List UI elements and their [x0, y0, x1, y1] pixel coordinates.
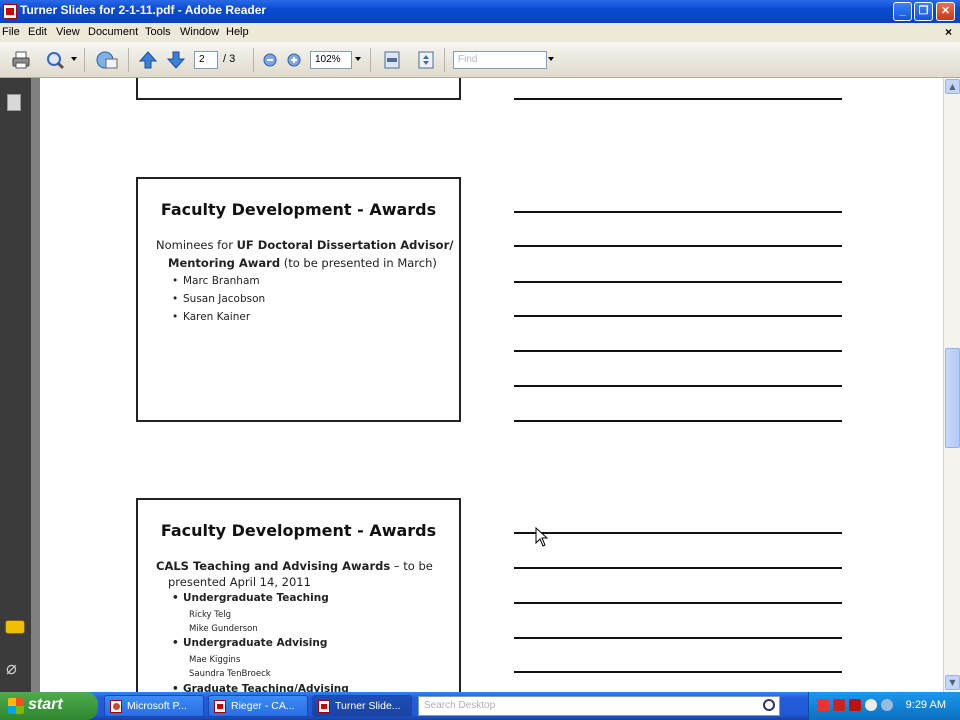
maximize-button[interactable]: ❐ — [914, 2, 933, 21]
slide-previous — [136, 78, 461, 100]
slide-cals-awards: Faculty Development - Awards CALS Teachi… — [136, 498, 461, 692]
note-line — [514, 602, 842, 604]
pdf-icon — [318, 700, 330, 713]
system-tray: 9:29 AM — [808, 692, 960, 720]
minimize-button[interactable]: _ — [893, 2, 912, 21]
scroll-down-icon[interactable]: ▼ — [945, 675, 960, 690]
find-input[interactable]: Find — [453, 51, 547, 69]
note-line — [514, 350, 842, 352]
zoom-in-icon[interactable] — [286, 50, 302, 70]
menu-tools[interactable]: Tools — [145, 26, 171, 38]
nominee-name: Mae Kiggins — [189, 655, 241, 665]
note-line — [514, 211, 842, 213]
adobe-reader-icon — [3, 4, 17, 19]
award-category: Undergraduate Teaching — [172, 592, 329, 604]
taskbar-rieger-pdf[interactable]: Rieger - CA... — [208, 695, 308, 717]
tray-shield-icon[interactable] — [849, 699, 861, 711]
close-button[interactable]: ✕ — [936, 2, 955, 21]
zoom-out-icon[interactable] — [262, 50, 278, 70]
tray-att-icon[interactable] — [833, 699, 845, 711]
note-line — [514, 98, 842, 100]
desktop-search-input[interactable]: Search Desktop — [418, 696, 780, 716]
slide-dissertation-award: Faculty Development - Awards Nominees fo… — [136, 177, 461, 422]
scroll-thumb[interactable] — [945, 348, 960, 448]
taskbar-turner-slides[interactable]: Turner Slide... — [312, 695, 412, 717]
note-line — [514, 532, 842, 534]
bullet-item: Karen Kainer — [172, 311, 250, 323]
menu-bar: File Edit View Document Tools Window Hel… — [0, 23, 960, 42]
award-category: Graduate Teaching/Advising — [172, 683, 349, 692]
slide-lead-line2: presented April 14, 2011 — [168, 575, 311, 589]
start-button[interactable]: start — [0, 692, 98, 720]
navigation-pane: ⌀ — [0, 78, 31, 692]
menu-help[interactable]: Help — [226, 26, 249, 38]
previous-page-icon[interactable] — [138, 50, 158, 70]
slide-title: Faculty Development - Awards — [160, 521, 437, 540]
zoom-tool-icon[interactable] — [45, 50, 65, 70]
menu-view[interactable]: View — [56, 26, 80, 38]
tray-app-icon[interactable] — [817, 699, 829, 711]
zoom-tool-dropdown-icon[interactable] — [71, 57, 77, 61]
vertical-scrollbar[interactable]: ▲ ▼ — [943, 78, 960, 692]
document-viewport[interactable]: Faculty Development - Awards Nominees fo… — [31, 78, 943, 692]
next-page-icon[interactable] — [166, 50, 186, 70]
slide-lead-line1: Nominees for UF Doctoral Dissertation Ad… — [156, 238, 454, 252]
search-icon[interactable] — [763, 699, 775, 711]
find-dropdown-icon[interactable] — [548, 57, 554, 61]
note-line — [514, 420, 842, 422]
page-total: / 3 — [223, 53, 236, 65]
slide-title: Faculty Development - Awards — [160, 200, 437, 219]
note-line — [514, 385, 842, 387]
bullet-item: Marc Branham — [172, 275, 260, 287]
fit-width-icon[interactable] — [382, 50, 402, 70]
window-title: Turner Slides for 2-1-11.pdf - Adobe Rea… — [20, 3, 267, 17]
nominee-name: Mike Gunderson — [189, 624, 258, 634]
scroll-up-icon[interactable]: ▲ — [945, 79, 960, 94]
slide-lead-line2: Mentoring Award (to be presented in Marc… — [168, 256, 437, 270]
attachments-panel-icon[interactable]: ⌀ — [6, 658, 17, 679]
pdf-page: Faculty Development - Awards Nominees fo… — [40, 78, 943, 692]
note-line — [514, 245, 842, 247]
clock: 9:29 AM — [905, 699, 946, 711]
pdf-icon — [214, 700, 226, 713]
print-icon[interactable] — [11, 50, 31, 70]
pages-panel-icon[interactable] — [4, 91, 21, 111]
note-line — [514, 315, 842, 317]
note-line — [514, 281, 842, 283]
taskbar-powerpoint[interactable]: Microsoft P... — [104, 695, 204, 717]
windows-logo-icon — [8, 698, 24, 714]
close-document-icon[interactable]: × — [945, 25, 952, 39]
fit-page-icon[interactable] — [416, 50, 436, 70]
menu-document[interactable]: Document — [88, 26, 138, 38]
zoom-dropdown-icon[interactable] — [355, 57, 361, 61]
powerpoint-icon — [110, 700, 122, 713]
menu-window[interactable]: Window — [180, 26, 219, 38]
collaborate-icon[interactable] — [95, 50, 119, 70]
note-line — [514, 671, 842, 673]
comments-panel-icon[interactable] — [5, 620, 25, 634]
menu-file[interactable]: File — [2, 26, 20, 38]
note-line — [514, 637, 842, 639]
slide-lead-line1: CALS Teaching and Advising Awards – to b… — [156, 559, 433, 573]
menu-edit[interactable]: Edit — [28, 26, 47, 38]
award-category: Undergraduate Advising — [172, 637, 327, 649]
nominee-name: Saundra TenBroeck — [189, 669, 271, 679]
bullet-item: Susan Jacobson — [172, 293, 265, 305]
tray-volume-icon[interactable] — [881, 699, 893, 711]
zoom-level-input[interactable]: 102% — [310, 51, 352, 69]
page-number-input[interactable]: 2 — [194, 51, 218, 69]
mouse-cursor-icon — [535, 527, 549, 547]
nominee-name: Ricky Telg — [189, 610, 232, 620]
title-bar: Turner Slides for 2-1-11.pdf - Adobe Rea… — [0, 0, 960, 23]
toolbar: 2 / 3 102% Find — [0, 42, 960, 78]
taskbar: start Microsoft P... Rieger - CA... Turn… — [0, 692, 960, 720]
tray-network-icon[interactable] — [865, 699, 877, 711]
note-line — [514, 567, 842, 569]
